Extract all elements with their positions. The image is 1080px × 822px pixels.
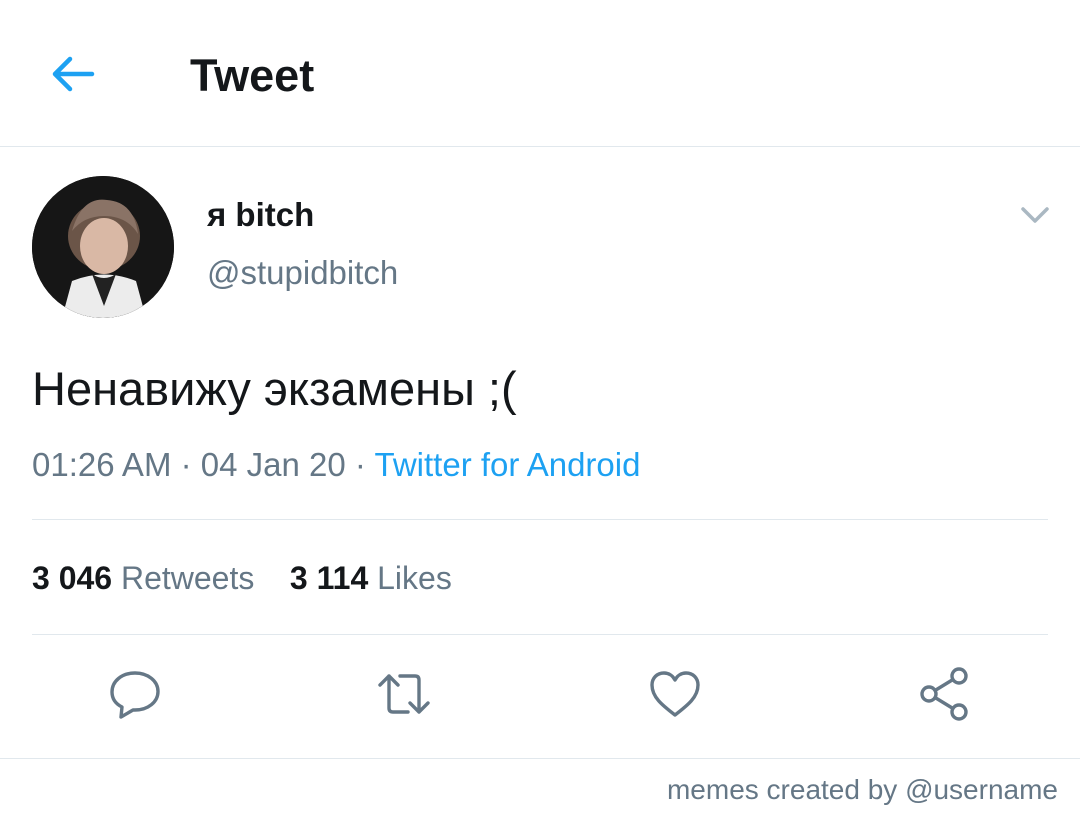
tweet-stats: 3 046 Retweets 3 114 Likes: [32, 558, 452, 598]
tweet-time: 01:26 AM: [32, 446, 172, 483]
divider: [32, 634, 1048, 635]
tweet-source-link[interactable]: Twitter for Android: [375, 446, 641, 483]
tweet-date: 04 Jan 20: [200, 446, 346, 483]
like-button[interactable]: [647, 666, 703, 722]
avatar-image: [32, 176, 174, 318]
likes-count: 3 114: [289, 560, 369, 596]
reply-button[interactable]: [107, 666, 163, 722]
chevron-down-icon: [1021, 207, 1049, 223]
likes-stat[interactable]: 3 114 Likes: [290, 560, 452, 596]
footer-credit: memes created by @username: [666, 774, 1058, 805]
footer-divider: [0, 758, 1080, 759]
app-header: Tweet: [0, 0, 1080, 147]
meta-separator: ·: [180, 446, 192, 483]
likes-label: Likes: [377, 560, 452, 596]
tweet-text: Ненавижу экзамены ;(: [32, 362, 517, 415]
avatar[interactable]: [32, 176, 174, 318]
share-button[interactable]: [917, 666, 973, 722]
share-icon: [920, 667, 968, 721]
like-icon: [650, 671, 700, 717]
divider: [32, 519, 1048, 520]
retweet-icon: [378, 674, 430, 714]
retweets-count: 3 046: [32, 560, 113, 596]
retweets-stat[interactable]: 3 046 Retweets: [32, 560, 254, 596]
retweets-label: Retweets: [120, 560, 255, 596]
display-name[interactable]: я bitch: [207, 195, 314, 235]
tweet-meta: 01:26 AM · 04 Jan 20 · Twitter for Andro…: [32, 444, 640, 486]
retweet-button[interactable]: [376, 666, 432, 722]
more-options-button[interactable]: [1018, 200, 1052, 230]
back-button[interactable]: [50, 54, 96, 94]
arrow-left-icon: [52, 56, 95, 92]
page-title: Tweet: [190, 50, 315, 101]
meta-separator: ·: [354, 446, 366, 483]
user-handle[interactable]: @stupidbitch: [207, 253, 398, 293]
reply-icon: [110, 671, 160, 719]
